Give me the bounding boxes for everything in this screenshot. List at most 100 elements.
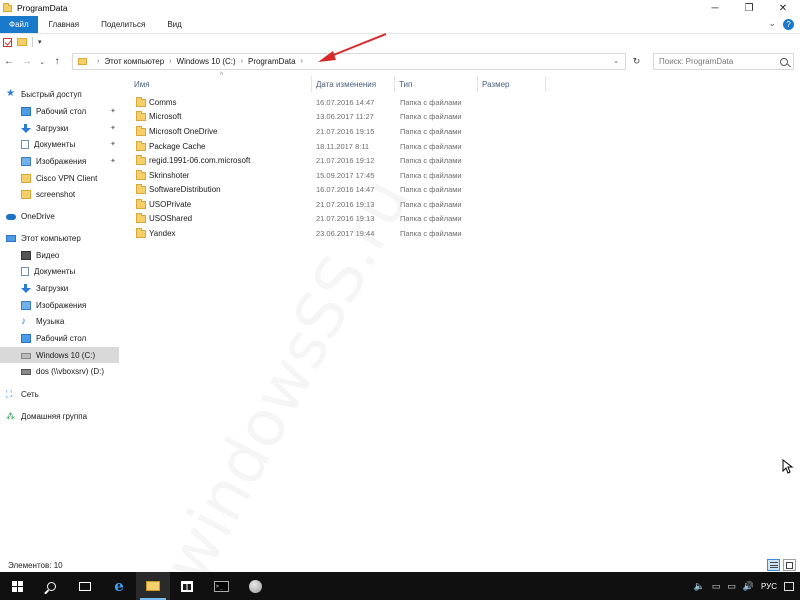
breadcrumb-separator[interactable]: › — [92, 58, 104, 65]
sidebar-item-pictures[interactable]: Изображения ✦ — [0, 153, 128, 169]
tray-app-icon[interactable]: ▭ — [712, 581, 721, 592]
sidebar-item-music[interactable]: ♪ Музыка — [0, 313, 128, 329]
folder-icon — [136, 184, 146, 194]
language-indicator[interactable]: РУС — [761, 582, 777, 591]
column-label: Дата изменения — [316, 79, 377, 89]
explorer-button[interactable] — [136, 572, 170, 600]
sidebar-item-onedrive[interactable]: OneDrive — [0, 208, 128, 224]
pin-icon[interactable]: ✦ — [110, 157, 116, 165]
network-icon: ⛶ — [6, 388, 13, 399]
breadcrumb-separator[interactable]: › — [164, 58, 176, 65]
sidebar-item-documents[interactable]: Документы ✦ — [0, 136, 128, 152]
onedrive-icon — [6, 214, 16, 220]
start-button[interactable] — [0, 572, 34, 600]
breadcrumb-this-pc[interactable]: Этот компьютер — [104, 57, 164, 66]
folder-icon — [136, 126, 146, 136]
file-row[interactable]: regid.1991-06.com.microsoft 21.07.2016 1… — [128, 154, 508, 169]
column-divider[interactable] — [545, 76, 546, 92]
app-button[interactable] — [238, 572, 272, 600]
file-row[interactable]: SoftwareDistribution 16.07.2016 14:47 Па… — [128, 183, 508, 198]
maximize-button[interactable]: ❐ — [732, 0, 766, 16]
sidebar-item-desktop[interactable]: Рабочий стол ✦ — [0, 103, 128, 119]
back-button[interactable]: ← — [0, 51, 18, 72]
customize-toolbar-dropdown[interactable]: ▾ — [38, 38, 42, 46]
column-divider[interactable] — [394, 76, 395, 92]
store-button[interactable] — [170, 572, 204, 600]
sidebar-item-downloads[interactable]: Загрузки ✦ — [0, 120, 128, 136]
folder-icon — [136, 213, 146, 223]
file-date: 21.07.2016 19:13 — [316, 214, 375, 223]
sidebar-item-homegroup[interactable]: ⁂ Домашняя группа — [0, 408, 128, 424]
file-row[interactable]: USOPrivate 21.07.2016 19:13 Папка с файл… — [128, 198, 508, 213]
cmd-button[interactable]: >_ — [204, 572, 238, 600]
breadcrumb-programdata[interactable]: ProgramData — [248, 57, 296, 66]
file-row[interactable]: Package Cache 18.11.2017 8:11 Папка с фа… — [128, 140, 508, 155]
forward-button[interactable]: → — [18, 51, 36, 72]
sidebar-item-drive-d[interactable]: dos (\\vboxsrv) (D:) — [0, 363, 128, 379]
file-row[interactable]: Skrinshoter 15.09.2017 17:45 Папка с фай… — [128, 169, 508, 184]
expand-ribbon-icon[interactable]: ⌄ — [768, 18, 776, 29]
sidebar-item-pc-downloads[interactable]: Загрузки — [0, 280, 128, 296]
tab-view[interactable]: Вид — [156, 16, 192, 33]
file-row[interactable]: Microsoft 13.06.2017 11:27 Папка с файла… — [128, 110, 508, 125]
sound-icon[interactable]: 🔈 — [694, 581, 705, 592]
pin-icon[interactable]: ✦ — [110, 140, 116, 148]
search-box[interactable] — [653, 53, 794, 70]
volume-icon[interactable]: 🔊 — [743, 581, 754, 592]
downloads-icon — [21, 283, 31, 293]
sidebar-item-pc-documents[interactable]: Документы — [0, 263, 128, 279]
help-icon[interactable]: ? — [783, 19, 794, 30]
pin-icon[interactable]: ✦ — [110, 124, 116, 132]
file-row[interactable]: Yandex 23.06.2017 19:44 Папка с файлами — [128, 227, 508, 242]
sidebar-item-drive-c[interactable]: Windows 10 (C:) — [0, 347, 119, 363]
sidebar-item-cisco-vpn[interactable]: Cisco VPN Client — [0, 170, 128, 186]
task-view-icon — [79, 581, 91, 591]
minimize-button[interactable]: ─ — [698, 0, 732, 16]
folder-icon — [136, 170, 146, 180]
sidebar-item-label: Этот компьютер — [21, 233, 81, 243]
search-button[interactable] — [34, 572, 68, 600]
sidebar-item-screenshot[interactable]: screenshot — [0, 186, 128, 202]
file-row[interactable]: Microsoft OneDrive 21.07.2016 19:15 Папк… — [128, 125, 508, 140]
breadcrumb-separator[interactable]: › — [296, 58, 308, 65]
file-row[interactable]: USOShared 21.07.2016 19:13 Папка с файла… — [128, 212, 508, 227]
tab-file[interactable]: Файл — [0, 16, 38, 33]
network-tray-icon[interactable]: ▭ — [727, 581, 736, 592]
address-dropdown[interactable]: ⌄ — [613, 57, 619, 65]
sidebar-item-pc-pictures[interactable]: Изображения — [0, 297, 128, 313]
sidebar-item-network[interactable]: ⛶ Сеть — [0, 386, 128, 402]
breadcrumb-drive-c[interactable]: Windows 10 (C:) — [177, 57, 236, 66]
column-divider[interactable] — [311, 76, 312, 92]
notifications-icon[interactable] — [784, 581, 794, 591]
column-divider[interactable] — [477, 76, 478, 92]
up-button[interactable]: ↑ — [48, 51, 66, 72]
search-icon[interactable] — [780, 57, 788, 66]
new-folder-icon[interactable] — [17, 38, 27, 46]
details-view-button[interactable] — [767, 559, 780, 571]
tab-home[interactable]: Главная — [38, 16, 90, 33]
folder-icon — [136, 199, 146, 209]
breadcrumb-separator[interactable]: › — [236, 58, 248, 65]
column-header-name[interactable]: Имя — [134, 78, 150, 90]
close-button[interactable]: ✕ — [766, 0, 800, 16]
pin-icon[interactable]: ✦ — [110, 107, 116, 115]
file-type: Папка с файлами — [400, 229, 462, 238]
column-header-size[interactable]: Размер — [482, 78, 510, 90]
sidebar-item-pc-desktop[interactable]: Рабочий стол — [0, 330, 128, 346]
task-view-button[interactable] — [68, 572, 102, 600]
search-input[interactable] — [659, 57, 769, 66]
column-header-date[interactable]: Дата изменения — [316, 78, 376, 90]
file-row[interactable]: Comms 16.07.2016 14:47 Папка с файлами — [128, 96, 508, 111]
recent-locations-button[interactable]: ⌄ — [36, 51, 48, 72]
sidebar-item-this-pc[interactable]: Этот компьютер — [0, 230, 128, 246]
properties-icon[interactable] — [3, 37, 12, 47]
sidebar-item-videos[interactable]: Видео — [0, 247, 128, 263]
address-bar[interactable]: › Этот компьютер › Windows 10 (C:) › Pro… — [72, 53, 626, 70]
edge-button[interactable]: e — [102, 572, 136, 600]
refresh-button[interactable]: ↻ — [628, 53, 645, 70]
column-header-type[interactable]: Тип — [399, 78, 412, 90]
sidebar-item-quick-access[interactable]: ★ Быстрый доступ — [0, 86, 128, 102]
desktop-icon — [21, 333, 31, 343]
large-icons-view-button[interactable] — [783, 559, 796, 571]
tab-share[interactable]: Поделиться — [90, 16, 156, 33]
